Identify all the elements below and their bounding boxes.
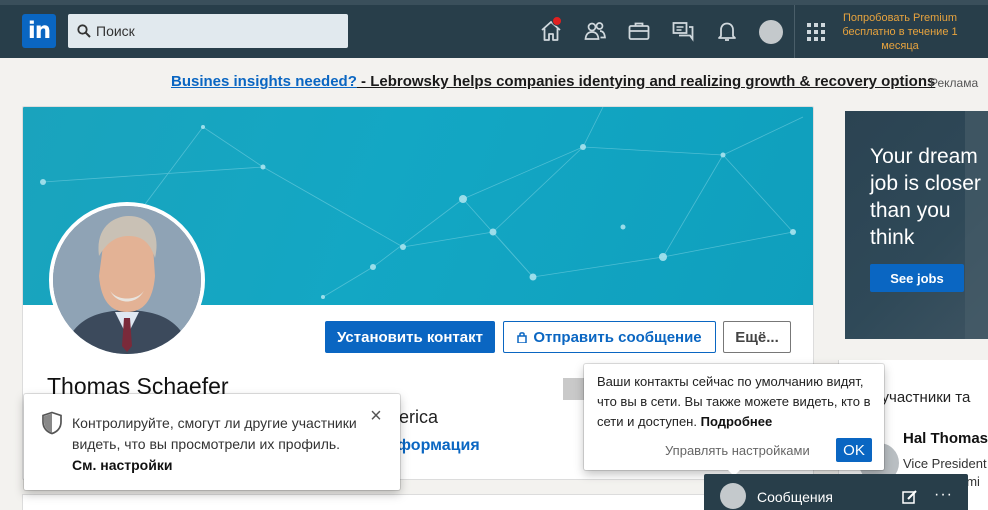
ad-link[interactable]: Busines insights needed? [171, 73, 357, 90]
connect-button[interactable]: Установить контакт [325, 321, 495, 353]
apps-grid-icon[interactable] [806, 22, 826, 42]
status-popup-text: Ваши контакты сейчас по умолчанию видят,… [597, 372, 877, 432]
search-box[interactable] [68, 14, 348, 48]
compose-icon[interactable] [902, 489, 918, 505]
people-icon [584, 22, 606, 40]
sidebar-heading: е участники та [869, 389, 971, 406]
nav-divider [794, 5, 795, 58]
close-icon[interactable]: × [368, 406, 384, 426]
ok-button[interactable]: OK [836, 438, 872, 462]
see-jobs-button[interactable]: See jobs [870, 264, 964, 292]
send-message-button[interactable]: Отправить сообщение [503, 321, 716, 353]
messaging-label: Сообщения [757, 489, 833, 505]
profile-photo[interactable] [49, 202, 205, 358]
messaging-bar[interactable]: Сообщения ··· [704, 474, 968, 510]
privacy-popup-text: Контролируйте, смогут ли другие участник… [72, 413, 362, 476]
privacy-popup-message: Контролируйте, смогут ли другие участник… [72, 415, 357, 452]
search-icon [77, 24, 91, 38]
lock-icon [517, 331, 528, 343]
person-portrait [53, 206, 201, 354]
more-options-icon[interactable]: ··· [934, 486, 953, 504]
premium-trial-link[interactable]: Попробовать Premium бесплатно в течение … [834, 11, 966, 53]
linkedin-logo[interactable]: in [22, 14, 56, 48]
jobs-ad-banner[interactable]: Your dream job is closer than you think … [845, 111, 988, 339]
nav-jobs[interactable] [627, 19, 651, 43]
top-navigation-bar: in Поиск Попробовать Premium бесплатно в… [0, 0, 988, 58]
nav-notifications[interactable] [715, 19, 739, 43]
text-ad[interactable]: Busines insights needed? - Lebrowsky hel… [171, 73, 935, 90]
jobs-ad-text: Your dream job is closer than you think [870, 145, 981, 249]
see-settings-link[interactable]: См. настройки [72, 457, 172, 473]
nav-messaging[interactable] [671, 19, 695, 43]
ad-label: Реклама [930, 76, 979, 90]
contact-info-link[interactable]: формация [397, 437, 480, 455]
send-message-label: Отправить сообщение [533, 328, 702, 346]
suggested-person-title: Vice President [903, 456, 987, 471]
company-logo[interactable] [563, 378, 585, 400]
shield-icon [42, 411, 62, 435]
more-actions-button[interactable]: Ещё... [723, 321, 791, 353]
suggested-person-name[interactable]: Hal Thomas [903, 430, 988, 447]
privacy-settings-popup: Контролируйте, смогут ли другие участник… [24, 394, 400, 490]
me-avatar[interactable] [759, 20, 783, 44]
chat-icon [672, 22, 694, 42]
bell-icon [718, 22, 736, 41]
notification-badge [552, 16, 562, 26]
online-status-popup: Ваши контакты сейчас по умолчанию видят,… [584, 364, 884, 476]
profile-location: erica [399, 407, 439, 427]
learn-more-link[interactable]: Подробнее [701, 414, 773, 429]
briefcase-icon [628, 22, 650, 40]
manage-settings-link[interactable]: Управлять настройками [665, 443, 810, 458]
search-input[interactable] [96, 14, 336, 48]
next-section-card [22, 494, 814, 510]
ad-text[interactable]: - Lebrowsky helps companies identying an… [357, 73, 935, 90]
nav-home[interactable] [539, 16, 563, 43]
messaging-avatar [720, 483, 746, 509]
nav-network[interactable] [583, 19, 607, 43]
